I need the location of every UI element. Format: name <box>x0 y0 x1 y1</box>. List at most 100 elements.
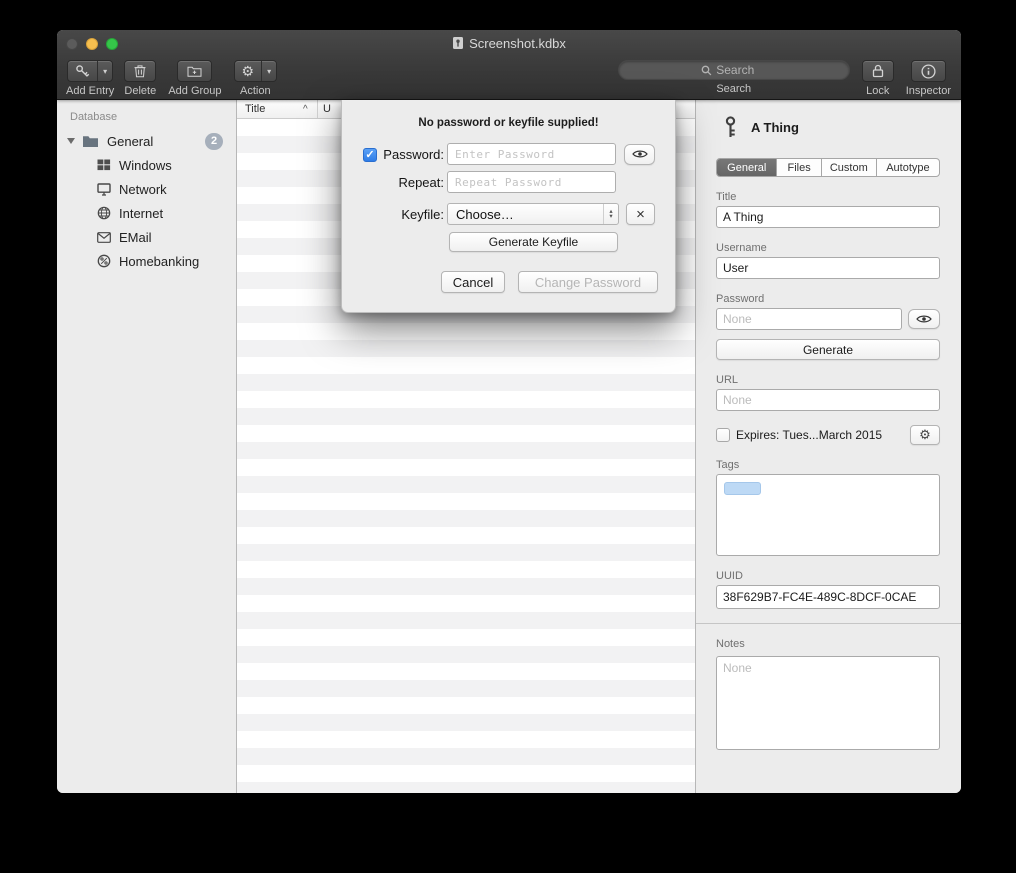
tags-box[interactable] <box>716 474 940 556</box>
group-label: Network <box>119 182 167 197</box>
tab-custom[interactable]: Custom <box>821 159 876 176</box>
entry-header: A Thing <box>723 115 940 139</box>
sidebar-item-general[interactable]: General 2 <box>57 129 236 153</box>
generate-keyfile-row: Generate Keyfile <box>363 231 655 253</box>
toolbar-item-delete: Delete <box>124 60 156 97</box>
url-field-label: URL <box>716 374 940 386</box>
tab-autotype[interactable]: Autotype <box>876 159 939 176</box>
column-header-username[interactable]: U <box>318 103 331 115</box>
toolbar-item-action: ⚙ ▾ Action <box>234 60 278 97</box>
expires-settings-button[interactable]: ⚙ <box>910 425 940 445</box>
keyfile-popup[interactable]: Choose… ▴▾ <box>447 203 619 225</box>
gear-icon: ⚙ <box>235 61 262 81</box>
close-x-icon: × <box>636 206 645 223</box>
enter-password-input[interactable] <box>447 143 616 165</box>
clear-keyfile-button[interactable]: × <box>626 203 655 225</box>
toolbar-item-add-group: Add Group <box>168 60 221 97</box>
password-row: Password: <box>363 143 655 165</box>
generate-keyfile-button[interactable]: Generate Keyfile <box>449 232 618 252</box>
sidebar-section-header: Database <box>70 111 236 123</box>
keyfile-label: Keyfile: <box>363 207 447 222</box>
password-checkbox[interactable]: ✓ <box>363 148 377 162</box>
group-label: Homebanking <box>119 254 199 269</box>
lock-button[interactable] <box>862 60 894 82</box>
dialog-form: Password: Repeat: Keyfile: Choose… ▴▾ <box>342 143 675 253</box>
add-group-button[interactable] <box>177 60 212 82</box>
sidebar-item-network[interactable]: Network <box>57 177 236 201</box>
delete-button[interactable] <box>124 60 156 82</box>
tags-label: Tags <box>716 459 940 471</box>
inspector-divider <box>696 623 961 624</box>
change-password-dialog: No password or keyfile supplied! ✓ Passw… <box>341 100 676 313</box>
sidebar-item-homebanking[interactable]: Homebanking <box>57 249 236 273</box>
password-field-row <box>716 308 940 330</box>
search-label: Search <box>716 83 751 95</box>
inspector-toggle-button[interactable] <box>911 60 946 82</box>
repeat-password-input[interactable] <box>447 171 616 193</box>
popup-stepper-icon: ▴▾ <box>603 204 618 224</box>
toolbar-item-inspector: Inspector <box>906 60 951 97</box>
toolbar-item-lock: Lock <box>862 60 894 97</box>
reveal-password-button[interactable] <box>908 309 940 329</box>
lock-label: Lock <box>866 85 889 97</box>
url-field[interactable] <box>716 389 940 411</box>
key-icon <box>723 116 738 139</box>
entry-title: A Thing <box>751 120 799 135</box>
notes-field[interactable] <box>716 656 940 750</box>
toolbar-item-add-entry: ▾ Add Entry <box>66 60 114 97</box>
envelope-icon <box>97 232 111 243</box>
eye-icon <box>916 314 932 324</box>
dialog-buttons: Cancel Change Password <box>441 271 658 293</box>
keyfile-row: Keyfile: Choose… ▴▾ × <box>363 203 655 225</box>
folder-icon <box>82 135 99 148</box>
tab-files[interactable]: Files <box>776 159 820 176</box>
search-icon <box>701 65 712 76</box>
inspector-label: Inspector <box>906 85 951 97</box>
action-button[interactable]: ⚙ ▾ <box>234 60 278 82</box>
expires-checkbox[interactable] <box>716 428 730 442</box>
disclosure-triangle-icon[interactable] <box>67 138 75 144</box>
uuid-field[interactable] <box>716 585 940 609</box>
reveal-password-button[interactable] <box>624 144 655 165</box>
sidebar-item-windows[interactable]: Windows <box>57 153 236 177</box>
action-dropdown-arrow[interactable]: ▾ <box>261 61 276 81</box>
group-label: Internet <box>119 206 163 221</box>
titlebar-toolbar: Screenshot.kdbx ▾ Add Entry <box>57 30 961 100</box>
group-label: General <box>107 134 153 149</box>
network-icon <box>97 183 111 196</box>
password-field[interactable] <box>716 308 902 330</box>
windows-icon <box>97 159 111 171</box>
expires-row: Expires: Tues...March 2015 ⚙ <box>716 425 940 445</box>
tag-chip[interactable] <box>724 482 761 495</box>
column-header-title[interactable]: Title <box>237 103 303 115</box>
cancel-button[interactable]: Cancel <box>441 271 505 293</box>
generate-password-button[interactable]: Generate <box>716 339 940 360</box>
lock-icon <box>872 64 884 78</box>
chevron-down-icon: ▾ <box>267 67 271 76</box>
repeat-row: Repeat: <box>363 171 655 193</box>
username-field[interactable] <box>716 257 940 279</box>
add-entry-dropdown-arrow[interactable]: ▾ <box>97 61 112 81</box>
add-entry-button[interactable]: ▾ <box>67 60 113 82</box>
sidebar: Database General 2 Windows Network Inter… <box>57 100 237 793</box>
window-title: Screenshot.kdbx <box>57 36 961 51</box>
sidebar-item-internet[interactable]: Internet <box>57 201 236 225</box>
sidebar-item-email[interactable]: EMail <box>57 225 236 249</box>
gear-icon: ⚙ <box>919 427 931 443</box>
group-label: EMail <box>119 230 152 245</box>
title-field[interactable] <box>716 206 940 228</box>
toolbar-right-group: Search Lock Inspector <box>618 60 951 97</box>
desktop-background: Screenshot.kdbx ▾ Add Entry <box>0 0 1016 873</box>
toolbar-item-search: Search <box>618 60 850 97</box>
tab-general[interactable]: General <box>717 159 776 176</box>
expires-label: Expires: Tues...March 2015 <box>736 428 882 442</box>
entry-count-badge: 2 <box>205 133 223 150</box>
inspector-tabs: General Files Custom Autotype <box>716 158 940 177</box>
search-field[interactable] <box>618 60 850 80</box>
coin-percent-icon <box>97 254 111 268</box>
search-input[interactable] <box>716 63 766 77</box>
change-password-button[interactable]: Change Password <box>518 271 658 293</box>
keyfile-popup-value: Choose… <box>456 207 514 222</box>
delete-label: Delete <box>124 85 156 97</box>
uuid-label: UUID <box>716 570 940 582</box>
